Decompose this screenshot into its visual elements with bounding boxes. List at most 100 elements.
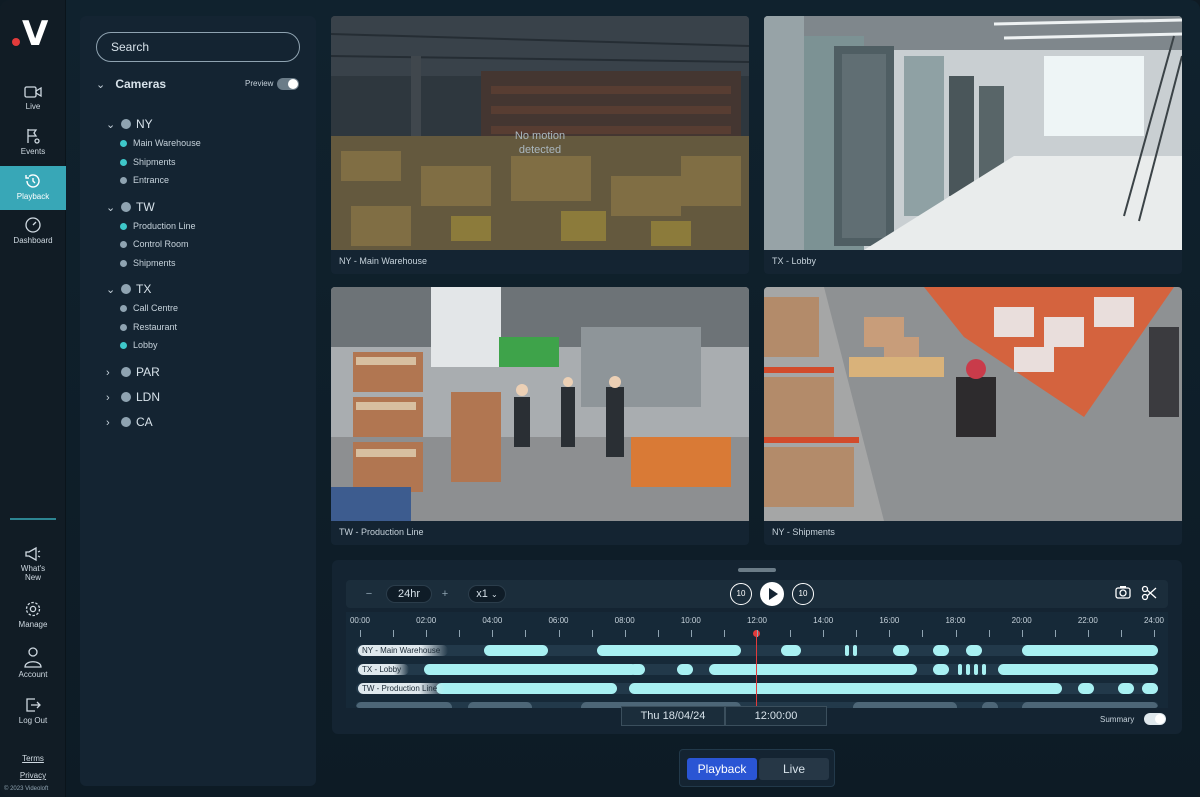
nav-account[interactable]: Account [0, 646, 66, 690]
recording-segment[interactable] [973, 664, 978, 675]
time-field[interactable]: 12:00:00 [725, 706, 827, 726]
recording-segment[interactable] [468, 702, 533, 708]
nav-events[interactable]: Events [0, 127, 66, 171]
recording-segment[interactable] [628, 664, 645, 675]
recording-segment[interactable] [356, 702, 453, 708]
video-tile-ny-main-warehouse[interactable]: No motion detected NY - Main Warehouse [331, 16, 749, 274]
camera-item[interactable]: Lobby [120, 340, 158, 350]
hour-label: 10:00 [680, 616, 701, 625]
hour-tick [591, 630, 593, 637]
timeline-resize-handle[interactable] [738, 568, 776, 572]
range-select[interactable]: 24hr [386, 585, 432, 603]
recording-segment[interactable] [981, 664, 986, 675]
nav-dashboard[interactable]: Dashboard [0, 216, 66, 260]
recording-segment[interactable] [708, 664, 918, 675]
playhead[interactable] [753, 630, 760, 708]
camera-item[interactable]: Control Room [120, 239, 189, 249]
recording-track[interactable]: TX - Lobby [356, 664, 1158, 675]
camera-item[interactable]: Main Warehouse [120, 138, 201, 148]
recording-track[interactable]: TW - Production Line [356, 683, 1158, 694]
site-ldn[interactable]: › LDN [106, 390, 160, 404]
summary-toggle[interactable] [1144, 713, 1166, 725]
camera-status-dot [120, 140, 127, 148]
snapshot-button[interactable] [1114, 585, 1132, 603]
speed-select[interactable]: x1 ⌄ [468, 585, 506, 603]
site-label: NY [136, 117, 153, 131]
nav-playback[interactable]: Playback [0, 166, 66, 210]
cameras-header[interactable]: ⌄ Cameras [96, 77, 166, 91]
camera-status-dot [120, 241, 127, 249]
hour-tick [955, 630, 957, 637]
recording-segment[interactable] [1021, 645, 1158, 656]
camera-label: Shipments [133, 257, 176, 268]
video-tile-tw-production-line[interactable]: TW - Production Line [331, 287, 749, 545]
recording-segment[interactable] [1077, 683, 1094, 694]
recording-segment[interactable] [933, 645, 950, 656]
recording-track[interactable]: NY - Main Warehouse [356, 645, 1158, 656]
camera-item[interactable]: Production Line [120, 221, 196, 231]
preview-toggle[interactable] [277, 78, 299, 90]
recording-segment[interactable] [436, 683, 617, 694]
nav-whats-new-label-1: What's [20, 564, 46, 573]
camera-item[interactable]: Call Centre [120, 303, 178, 313]
chevron-right-icon: › [106, 391, 110, 404]
recording-segment[interactable] [1141, 683, 1158, 694]
recording-segment[interactable] [853, 702, 958, 708]
recording-segment[interactable] [676, 664, 693, 675]
recording-segment[interactable] [596, 645, 741, 656]
video-tile-ny-shipments[interactable]: NY - Shipments [764, 287, 1182, 545]
site-ca[interactable]: › CA [106, 415, 153, 429]
date-field[interactable]: Thu 18/04/24 [621, 706, 725, 726]
camera-icon [1115, 586, 1131, 599]
terms-link[interactable]: Terms [0, 754, 66, 763]
recording-segment[interactable] [965, 645, 982, 656]
privacy-link[interactable]: Privacy [0, 771, 66, 780]
timeline-track-area[interactable]: NY - Main Warehouse TX - Lobby TW - Produc… [346, 612, 1168, 708]
skip-back-label: 10 [736, 589, 746, 598]
camera-item[interactable]: Shipments [120, 258, 176, 268]
recording-segment[interactable] [981, 702, 998, 708]
clip-button[interactable] [1140, 585, 1158, 603]
nav-manage[interactable]: Manage [0, 600, 66, 644]
recording-segment[interactable] [1117, 683, 1134, 694]
search-input[interactable]: Search [96, 32, 300, 62]
recording-segment[interactable] [933, 664, 950, 675]
recording-segment[interactable] [853, 645, 858, 656]
recording-segment[interactable] [997, 664, 1158, 675]
recording-segment[interactable] [628, 683, 1062, 694]
hour-label: 20:00 [1011, 616, 1032, 625]
video-tile-tx-lobby[interactable]: TX - Lobby [764, 16, 1182, 274]
zoom-in-button[interactable]: + [436, 585, 454, 603]
zoom-out-button[interactable]: − [360, 585, 378, 603]
recording-segment[interactable] [893, 645, 910, 656]
hour-tick [1087, 630, 1089, 637]
logo-dot [12, 38, 20, 46]
recording-segment[interactable] [781, 645, 802, 656]
site-tx[interactable]: ⌄ TX [106, 282, 151, 296]
recording-segment[interactable] [957, 664, 962, 675]
live-mode-button[interactable]: Live [759, 758, 829, 780]
site-ny[interactable]: ⌄ NY [106, 117, 153, 131]
play-button[interactable] [760, 582, 784, 606]
nav-whats-new[interactable]: What's New [0, 546, 66, 586]
recording-segment[interactable] [845, 645, 850, 656]
skip-back-button[interactable]: 10 [730, 583, 752, 605]
recording-segment[interactable] [424, 664, 637, 675]
recording-segment[interactable] [1021, 702, 1158, 708]
nav-events-label: Events [20, 147, 46, 156]
site-par[interactable]: › PAR [106, 365, 160, 379]
hour-tick [723, 630, 725, 637]
recording-segment[interactable] [484, 645, 549, 656]
skip-forward-button[interactable]: 10 [792, 583, 814, 605]
camera-item[interactable]: Entrance [120, 175, 169, 185]
camera-item[interactable]: Shipments [120, 157, 176, 167]
skip-forward-label: 10 [798, 589, 808, 598]
hour-label: 16:00 [879, 616, 900, 625]
camera-item[interactable]: Restaurant [120, 322, 177, 332]
site-tw[interactable]: ⌄ TW [106, 200, 155, 214]
recording-segment[interactable] [965, 664, 970, 675]
playback-mode-button[interactable]: Playback [687, 758, 757, 780]
hour-tick [393, 630, 395, 637]
nav-logout[interactable]: Log Out [0, 696, 66, 740]
nav-live[interactable]: Live [0, 84, 66, 128]
